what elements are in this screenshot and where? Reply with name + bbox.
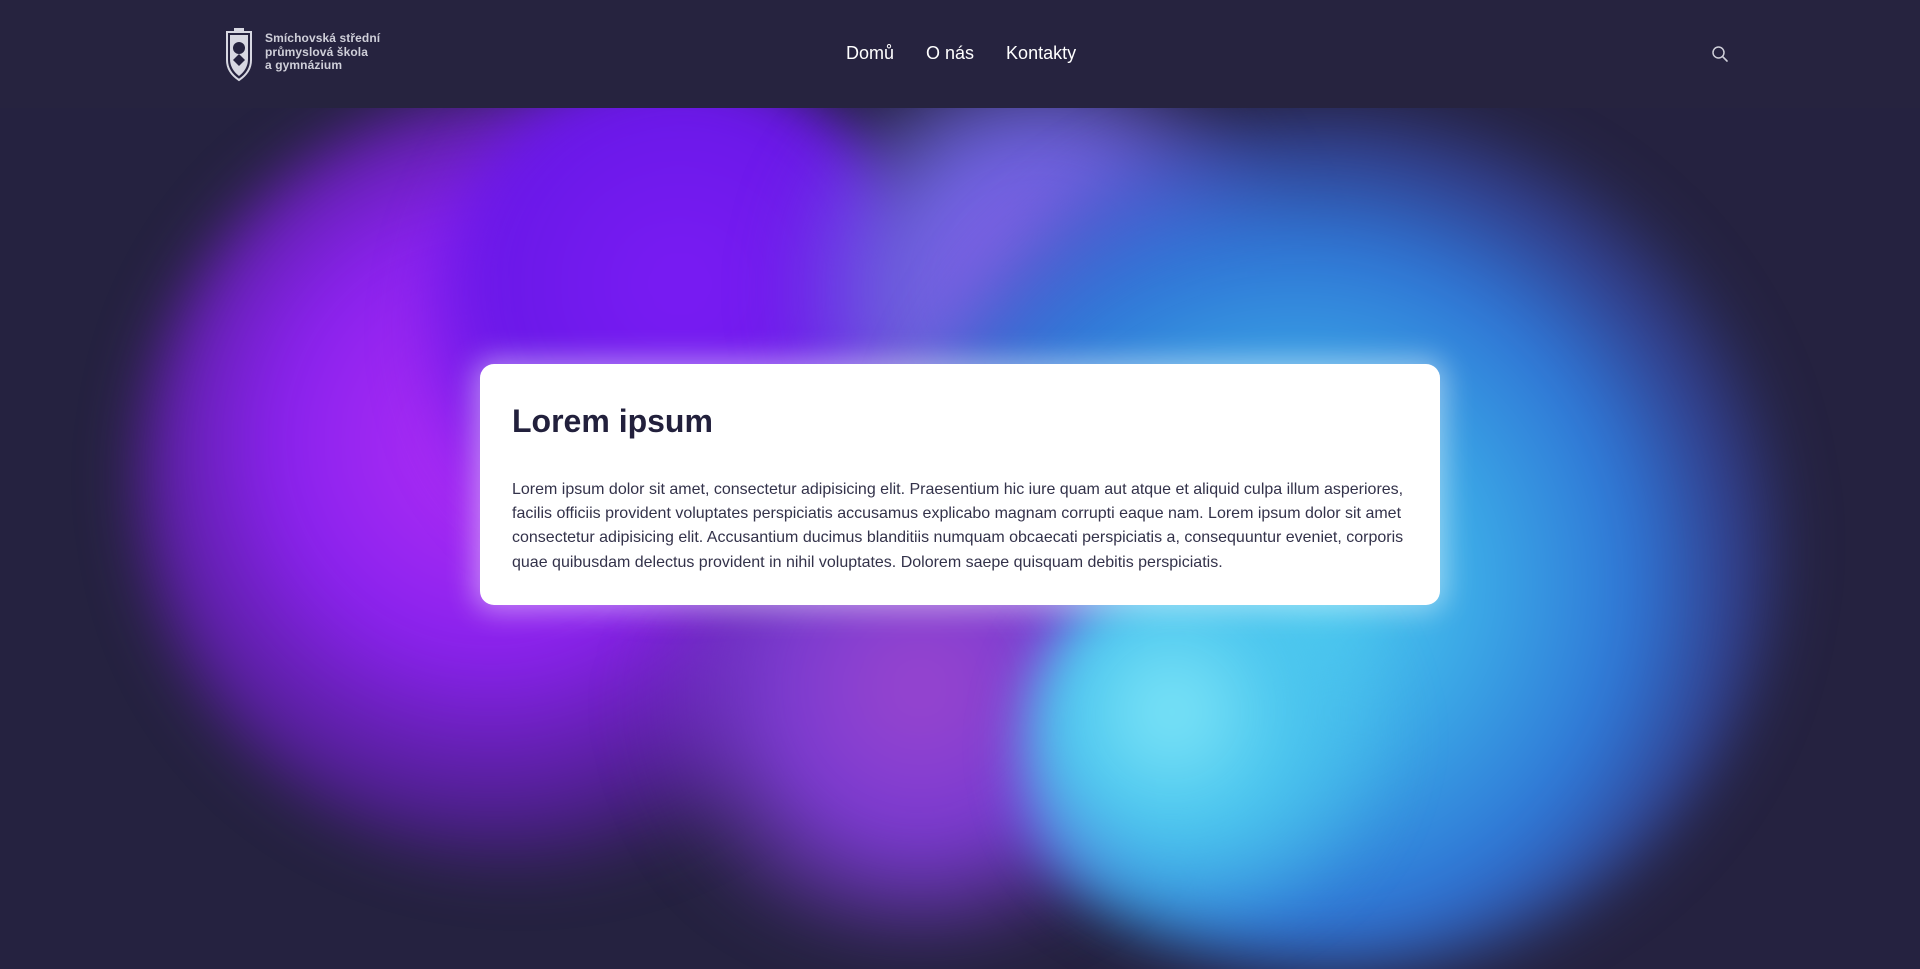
crest-icon [226,28,252,82]
nav-link-contacts[interactable]: Kontakty [1006,42,1076,64]
logo-line-3: a gymnázium [265,58,343,72]
nav-link-home[interactable]: Domů [846,42,894,64]
card-body-text: Lorem ipsum dolor sit amet, consectetur … [512,481,1404,571]
logo-text: Smíchovská střední průmyslová škola a gy… [265,31,381,73]
main-nav: Domů O nás Kontakty [846,42,1076,64]
logo-line-1: Smíchovská střední [265,31,381,45]
gradient-blob-cyan [1020,560,1400,940]
logo-line-2: průmyslová škola [265,44,368,59]
content-card: Lorem ipsum Lorem ipsum dolor sit amet, … [480,364,1440,605]
site-header: Smíchovská střední průmyslová škola a gy… [0,0,1920,108]
nav-link-about[interactable]: O nás [926,42,974,64]
search-icon[interactable] [1711,45,1729,63]
card-title: Lorem ipsum [512,403,713,439]
school-logo[interactable]: Smíchovská střední průmyslová škola a gy… [221,26,380,82]
